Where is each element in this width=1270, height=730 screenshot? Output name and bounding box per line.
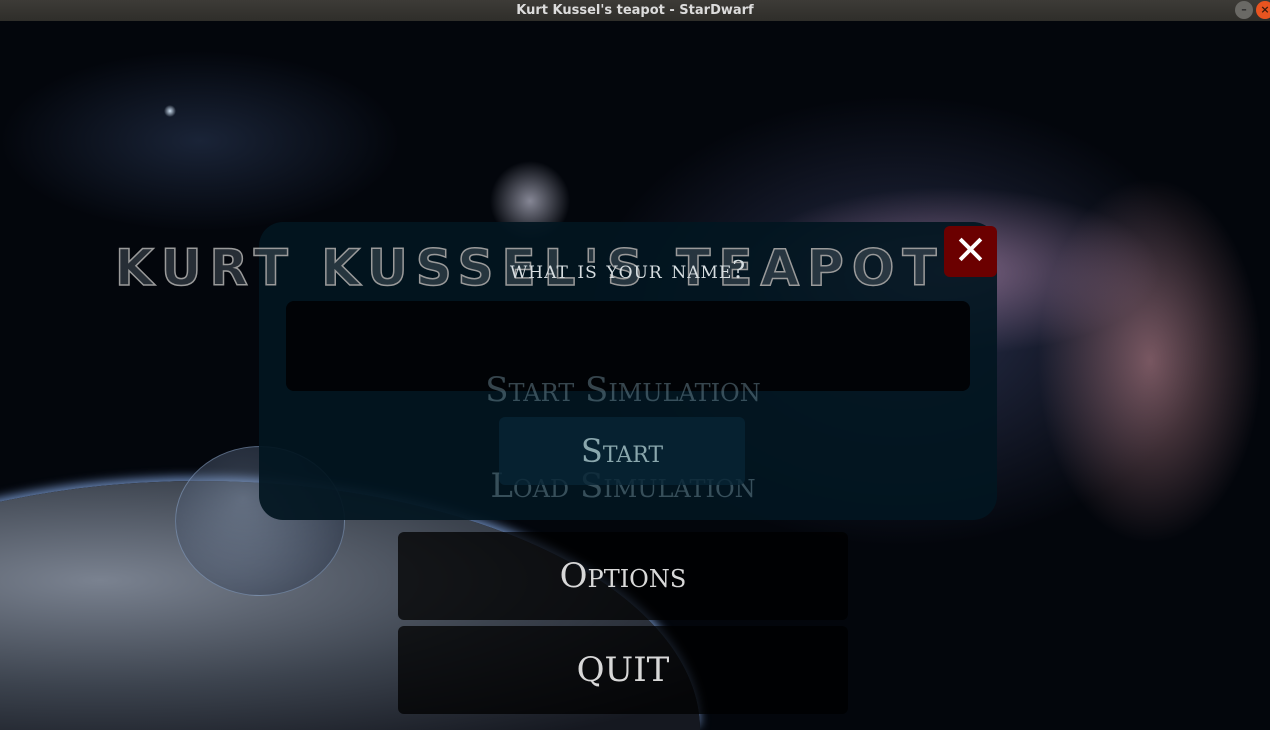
name-input[interactable] [286,301,970,391]
window-titlebar: Kurt Kussel's teapot - StarDwarf – × [0,0,1270,21]
window-close-button[interactable]: × [1256,1,1270,19]
name-dialog: What is your name? Start [259,222,997,520]
options-button[interactable]: Options [398,532,848,620]
window-title: Kurt Kussel's teapot - StarDwarf [516,3,754,18]
close-icon: ✕ [953,228,988,274]
start-button[interactable]: Start [499,417,745,485]
minimize-button[interactable]: – [1235,1,1253,19]
dialog-title: What is your name? [509,256,747,284]
dialog-close-button[interactable]: ✕ [944,226,997,277]
quit-button[interactable]: QUIT [398,626,848,714]
